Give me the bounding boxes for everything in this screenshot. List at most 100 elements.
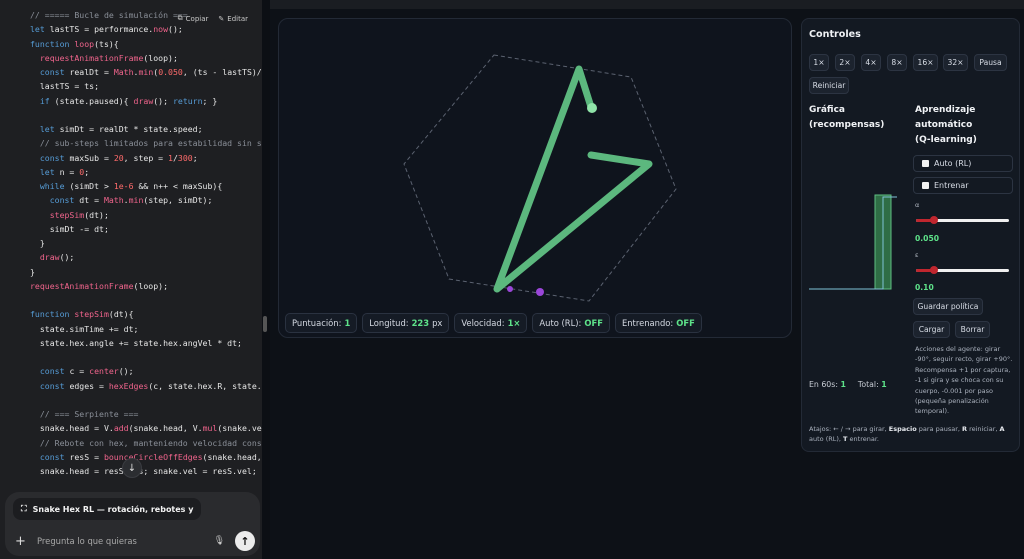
scroll-down-button[interactable]: ↓ bbox=[122, 458, 142, 478]
snake-head bbox=[587, 103, 597, 113]
game-canvas[interactable]: Puntuación: 1 Longitud: 223 px Velocidad: 1×… bbox=[278, 18, 792, 338]
speed-1x-button[interactable]: 1× bbox=[809, 54, 829, 71]
train-checkbox[interactable]: Entrenar bbox=[913, 177, 1013, 194]
speed-2x-button[interactable]: 2× bbox=[835, 54, 855, 71]
code-token: (snake.vel, bbox=[217, 423, 262, 434]
code-token: snake.head = resS.pos; snake.vel = resS.… bbox=[30, 466, 257, 476]
checkbox-box[interactable] bbox=[922, 182, 929, 189]
code-line: let n = 0; bbox=[30, 165, 262, 179]
code-token: 20 bbox=[113, 152, 124, 163]
pencil-icon: ✎ bbox=[218, 14, 225, 23]
code-token: bounceCircleOffEdges bbox=[103, 451, 203, 462]
code-token: (loop); bbox=[133, 280, 169, 291]
edit-button[interactable]: ✎ Editar bbox=[218, 14, 248, 23]
code-line: // === Serpiente === bbox=[30, 407, 262, 421]
code-token: const bbox=[39, 67, 70, 77]
food-item bbox=[536, 288, 544, 296]
code-token: (); bbox=[118, 366, 134, 377]
agent-description: Acciones del agente: girar -90°, seguir … bbox=[915, 345, 1013, 416]
speed-16x-button[interactable]: 16× bbox=[913, 54, 938, 71]
code-line: if (state.paused){ draw(); return; } bbox=[30, 94, 262, 108]
code-token: now bbox=[153, 24, 169, 35]
snake-body bbox=[493, 65, 653, 293]
code-token: ; bbox=[192, 152, 198, 163]
erase-button[interactable]: Borrar bbox=[955, 321, 990, 338]
copy-button[interactable]: ⧉ Copiar bbox=[178, 14, 209, 23]
code-token: center bbox=[89, 366, 119, 377]
code-token: loop bbox=[74, 38, 95, 49]
microphone-icon[interactable]: 🎙 bbox=[214, 536, 225, 546]
length-stat: Longitud: 223 px bbox=[362, 313, 450, 333]
code-line: const dt = Math.min(step, simDt); bbox=[30, 193, 262, 207]
code-token: const bbox=[39, 451, 70, 462]
code-line: const realDt = Math.min(0.050, (ts - las… bbox=[30, 65, 262, 79]
code-line: snake.head = V.add(snake.head, V.mul(sna… bbox=[30, 421, 262, 435]
slider-thumb[interactable] bbox=[930, 216, 938, 224]
panel-resize-handle[interactable] bbox=[263, 316, 267, 332]
code-token: Math bbox=[103, 195, 124, 206]
code-token: requestAnimationFrame bbox=[39, 52, 144, 63]
code-token: draw bbox=[133, 95, 154, 106]
score-stat: Puntuación: 1 bbox=[285, 313, 358, 333]
chat-composer: ⛶ Snake Hex RL — rotación, rebotes y + P… bbox=[5, 492, 260, 556]
controls-title: Controles bbox=[809, 29, 861, 40]
slider-thumb[interactable] bbox=[930, 266, 938, 274]
code-line: const maxSub = 20, step = 1/300; bbox=[30, 151, 262, 165]
rewards-graph bbox=[809, 194, 897, 290]
load-button[interactable]: Cargar bbox=[913, 321, 950, 338]
checkbox-box[interactable] bbox=[922, 160, 929, 167]
code-token: if bbox=[39, 95, 55, 106]
code-line: const c = center(); bbox=[30, 364, 262, 378]
code-token: simDt = realDt * state.speed; bbox=[59, 124, 203, 134]
code-token: // Rebote con hex, manteniendo velocidad… bbox=[30, 437, 262, 448]
reset-button[interactable]: Reiniciar bbox=[809, 77, 849, 94]
code-token: (c, state.hex.R, state.hex bbox=[148, 380, 262, 391]
code-line: lastTS = ts; bbox=[30, 79, 262, 93]
code-token: const bbox=[39, 366, 70, 377]
food-item bbox=[507, 286, 513, 292]
speed-32x-button[interactable]: 32× bbox=[943, 54, 968, 71]
code-token: // === Serpiente === bbox=[30, 409, 139, 419]
code-token: realDt = bbox=[69, 67, 114, 77]
code-token: const bbox=[39, 152, 70, 163]
code-token: , (ts - lastTS)/ bbox=[182, 67, 262, 77]
epsilon-label: ε bbox=[915, 251, 919, 259]
code-line: while (simDt > 1e-6 && n++ < maxSub){ bbox=[30, 179, 262, 193]
code-token: (); bbox=[168, 24, 183, 35]
code-line: requestAnimationFrame(loop); bbox=[30, 51, 262, 65]
code-token: return bbox=[172, 95, 203, 106]
arrow-down-icon: ↓ bbox=[127, 462, 137, 474]
code-token: (dt){ bbox=[108, 309, 134, 320]
app-preview: Puntuación: 1 Longitud: 223 px Velocidad: 1×… bbox=[270, 0, 1024, 559]
send-button[interactable]: ↑ bbox=[235, 531, 255, 551]
code-token: (); bbox=[153, 95, 173, 106]
epsilon-value: 0.10 bbox=[915, 283, 934, 292]
code-token: let bbox=[39, 166, 60, 177]
code-token: // ===== Bucle de simulación === bbox=[30, 10, 188, 20]
screen: // ===== Bucle de simulación === let last… bbox=[0, 0, 1024, 559]
auto-rl-checkbox[interactable]: Auto (RL) bbox=[913, 155, 1013, 172]
chat-input[interactable]: Pregunta lo que quieras bbox=[33, 536, 214, 546]
shortcuts-help: Atajos: ← / → para girar, Espacio para p… bbox=[809, 425, 1005, 444]
speed-8x-button[interactable]: 8× bbox=[887, 54, 907, 71]
speed-4x-button[interactable]: 4× bbox=[861, 54, 881, 71]
plus-icon[interactable]: + bbox=[15, 534, 33, 549]
epsilon-slider[interactable] bbox=[916, 266, 1009, 274]
save-policy-button[interactable]: Guardar política bbox=[913, 298, 983, 315]
code-token: (loop); bbox=[143, 52, 178, 63]
code-line: // Rebote con hex, manteniendo velocidad… bbox=[30, 436, 262, 450]
alpha-slider[interactable] bbox=[916, 216, 1009, 224]
canvas-chip[interactable]: ⛶ Snake Hex RL — rotación, rebotes y bbox=[13, 498, 202, 520]
code-token: (step, simDt); bbox=[143, 195, 213, 206]
code-token: resS = bbox=[69, 451, 104, 462]
pause-button[interactable]: Pausa bbox=[974, 54, 1007, 71]
